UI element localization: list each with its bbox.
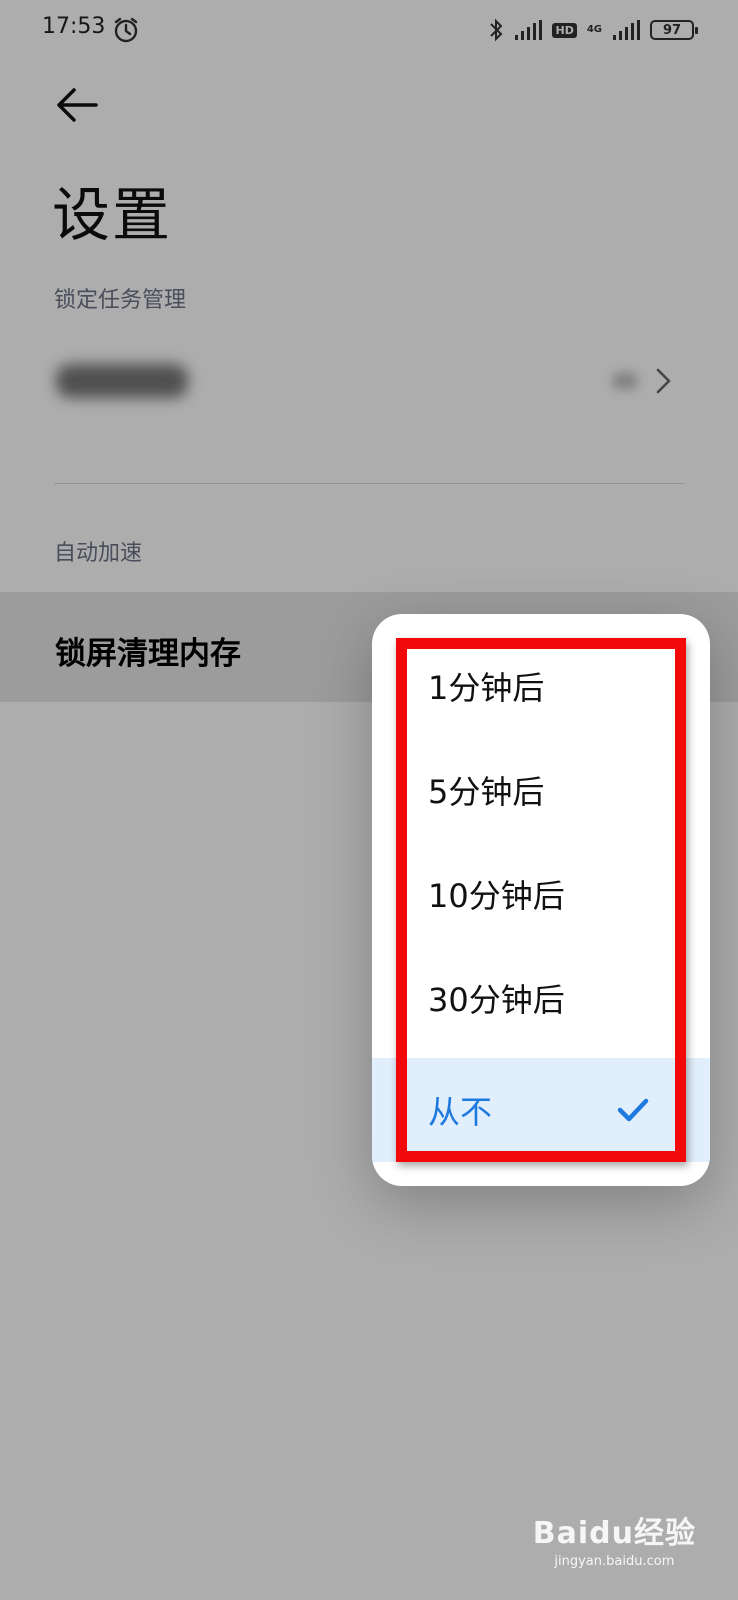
- watermark-url: jingyan.baidu.com: [554, 1554, 675, 1569]
- option-never[interactable]: 从不: [372, 1058, 710, 1162]
- option-30-min[interactable]: 30分钟后: [372, 946, 710, 1050]
- option-label: 1分钟后: [428, 669, 545, 707]
- watermark-brand: Baidu经验: [532, 1516, 696, 1551]
- checkmark-icon: [617, 1098, 649, 1122]
- option-1-min[interactable]: 1分钟后: [372, 634, 710, 738]
- option-label: 30分钟后: [428, 981, 565, 1019]
- option-label: 从不: [428, 1093, 493, 1131]
- baidu-watermark: Baidu经验 jingyan.baidu.com: [533, 1508, 696, 1569]
- option-label: 5分钟后: [428, 773, 545, 811]
- option-5-min[interactable]: 5分钟后: [372, 738, 710, 842]
- option-10-min[interactable]: 10分钟后: [372, 842, 710, 946]
- interval-popup-menu: 1分钟后 5分钟后 10分钟后 30分钟后 从不: [372, 614, 710, 1186]
- option-label: 10分钟后: [428, 877, 565, 915]
